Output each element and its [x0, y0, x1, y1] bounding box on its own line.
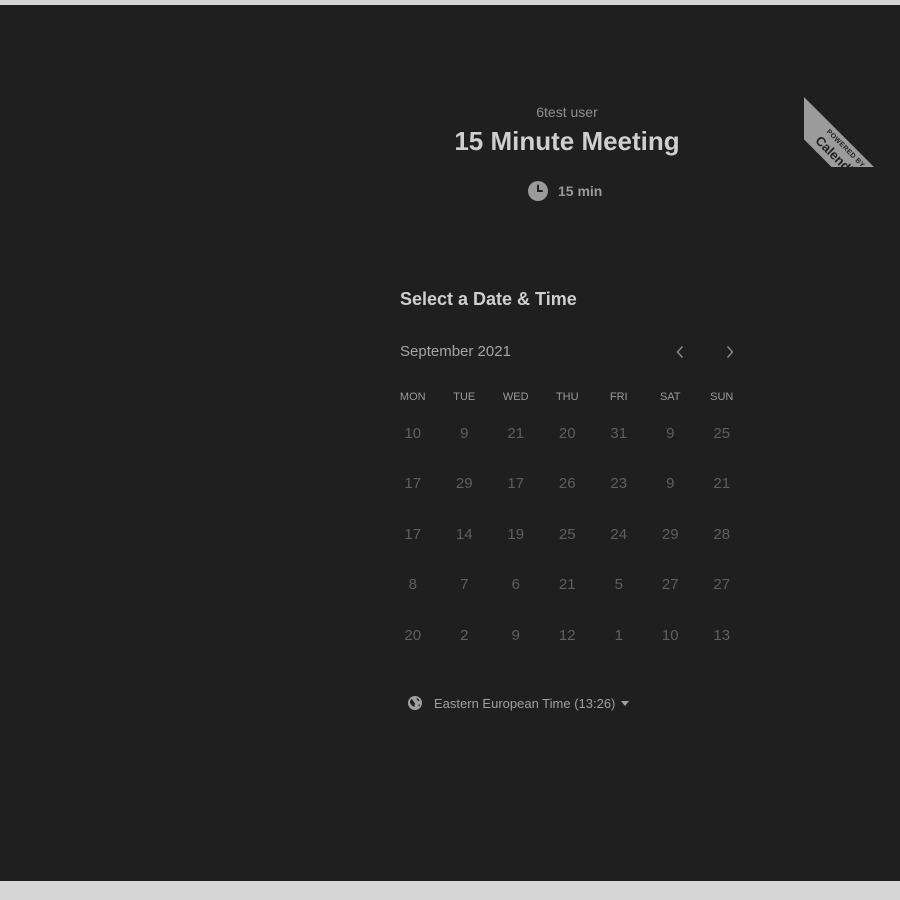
calendar-week-row: 20 2 9 12 1 10 13 [387, 615, 748, 666]
calendar-day: 10 [404, 424, 422, 442]
calendar-day: 17 [507, 475, 525, 492]
calendar-day: 20 [558, 424, 576, 442]
weekday-label: WED [502, 391, 529, 403]
calendar-day: 26 [558, 475, 576, 492]
calendar-day: 27 [661, 576, 679, 593]
calendar-day: 21 [507, 424, 525, 442]
calendar-day: 7 [460, 576, 469, 593]
timezone-label: Eastern European Time (13:26) [434, 695, 616, 711]
clock-icon [528, 181, 548, 201]
calendar-day: 9 [460, 424, 469, 442]
chevron-left-icon [676, 346, 684, 358]
event-title: 15 Minute Meeting [454, 126, 680, 156]
weekday-label: THU [555, 391, 579, 403]
event-duration: 15 min [528, 181, 602, 201]
weekday-label: MON [399, 391, 426, 403]
calendar-day: 17 [404, 475, 422, 492]
calendar-day: 23 [610, 475, 628, 492]
month-label: September 2021 [400, 343, 511, 360]
caret-down-icon [621, 700, 630, 706]
calendar-day: 28 [713, 525, 731, 543]
calendar-day: 20 [404, 626, 422, 644]
weekday-label: SAT [659, 391, 681, 403]
calendar-day: 1 [614, 626, 623, 644]
weekday-label: FRI [609, 391, 628, 403]
previous-month-button[interactable] [668, 341, 692, 363]
calendar-day: 29 [661, 525, 679, 543]
next-month-button[interactable] [718, 341, 742, 363]
calendar-day: 31 [610, 424, 628, 442]
weekday-label: TUE [453, 391, 476, 403]
calendar-day: 9 [666, 424, 675, 442]
chevron-right-icon [726, 346, 734, 358]
calendar-day: 25 [713, 424, 731, 442]
calendar-day: 17 [404, 525, 422, 543]
calendar-day: 21 [558, 576, 576, 593]
select-date-time-heading: Select a Date & Time [400, 289, 577, 309]
calendar-day: 8 [408, 576, 417, 593]
calendar-week-row: 10 9 21 20 31 9 25 [387, 413, 748, 464]
weekday-header: MON TUE WED THU FRI SAT SUN [387, 391, 748, 403]
calendar-day: 27 [713, 576, 731, 593]
calendar-day: 29 [455, 475, 473, 492]
calendar-day: 14 [455, 525, 473, 543]
event-owner-name: 6test user [536, 104, 598, 120]
calendar-day: 25 [558, 525, 576, 543]
timezone-selector[interactable]: Eastern European Time (13:26) [407, 695, 630, 711]
calendar-week-row: 17 14 19 25 24 29 28 [387, 514, 748, 565]
calendar-day: 12 [558, 626, 576, 644]
calendar-day: 9 [511, 626, 520, 644]
calendar-grid: 10 9 21 20 31 9 25 17 29 17 26 23 9 21 17 14 19 25 24 29 28 8… [387, 413, 748, 666]
globe-icon [408, 696, 422, 710]
calendar-day: 2 [460, 626, 469, 644]
calendar-day: 5 [614, 576, 623, 593]
calendar-week-row: 17 29 17 26 23 9 21 [387, 464, 748, 515]
scheduling-page: POWERED BY Calendly 6test user 15 Minute… [0, 5, 900, 881]
calendar-day: 6 [511, 576, 520, 593]
calendar-day: 10 [661, 626, 679, 644]
calendar-day: 9 [666, 475, 675, 492]
calendar-day: 21 [713, 475, 731, 492]
calendar-day: 24 [610, 525, 628, 543]
weekday-label: SUN [710, 391, 734, 403]
calendar-day: 19 [507, 525, 525, 543]
calendar-day: 13 [713, 626, 731, 644]
calendar-week-row: 8 7 6 21 5 27 27 [387, 565, 748, 616]
duration-label: 15 min [558, 183, 603, 199]
